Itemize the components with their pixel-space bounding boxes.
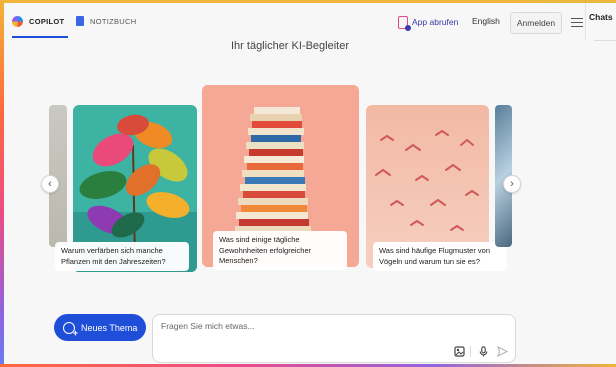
frame-left-edge — [0, 0, 4, 367]
language-selector[interactable]: English — [472, 16, 500, 26]
chevron-left-icon: ‹ — [48, 177, 52, 190]
header: COPILOT NOTIZBUCH App abrufen English An… — [4, 3, 616, 41]
notebook-icon — [76, 16, 84, 26]
tab-notebook[interactable]: NOTIZBUCH — [76, 3, 136, 39]
card-caption-birds: Was sind häufige Flugmuster von Vögeln u… — [373, 242, 507, 271]
page-subtitle: Ihr täglicher KI-Begleiter — [231, 40, 349, 52]
tab-copilot-label: COPILOT — [29, 16, 65, 26]
new-topic-button[interactable]: Neues Thema — [54, 314, 146, 341]
toolbar-divider — [470, 346, 471, 357]
phone-download-icon — [398, 15, 411, 31]
card-caption-books: Was sind einige tägliche Gewohnheiten er… — [213, 231, 347, 270]
get-app-label: App abrufen — [412, 17, 459, 27]
copilot-logo-icon — [12, 15, 23, 27]
send-icon[interactable] — [497, 346, 508, 357]
microphone-icon[interactable] — [478, 346, 489, 357]
carousel-next-button[interactable]: › — [503, 175, 521, 193]
tab-copilot[interactable]: COPILOT — [12, 3, 69, 39]
hamburger-menu-icon[interactable] — [571, 18, 583, 27]
new-chat-icon — [63, 321, 78, 338]
chats-underline — [594, 40, 616, 41]
chat-composer — [152, 314, 516, 363]
tab-notebook-label: NOTIZBUCH — [90, 16, 137, 26]
chat-input[interactable] — [161, 321, 501, 331]
sidebar-divider — [585, 3, 586, 41]
carousel-prev-button[interactable]: ‹ — [41, 175, 59, 193]
get-app-link[interactable]: App abrufen — [398, 11, 458, 33]
card-caption-leaves: Warum verfärben sich manche Pflanzen mit… — [55, 242, 189, 271]
sign-in-button[interactable]: Anmelden — [510, 12, 562, 34]
chats-panel-title[interactable]: Chats — [589, 12, 613, 22]
image-search-icon[interactable] — [454, 346, 465, 357]
new-topic-label: Neues Thema — [81, 322, 138, 333]
chevron-right-icon: › — [510, 177, 514, 190]
